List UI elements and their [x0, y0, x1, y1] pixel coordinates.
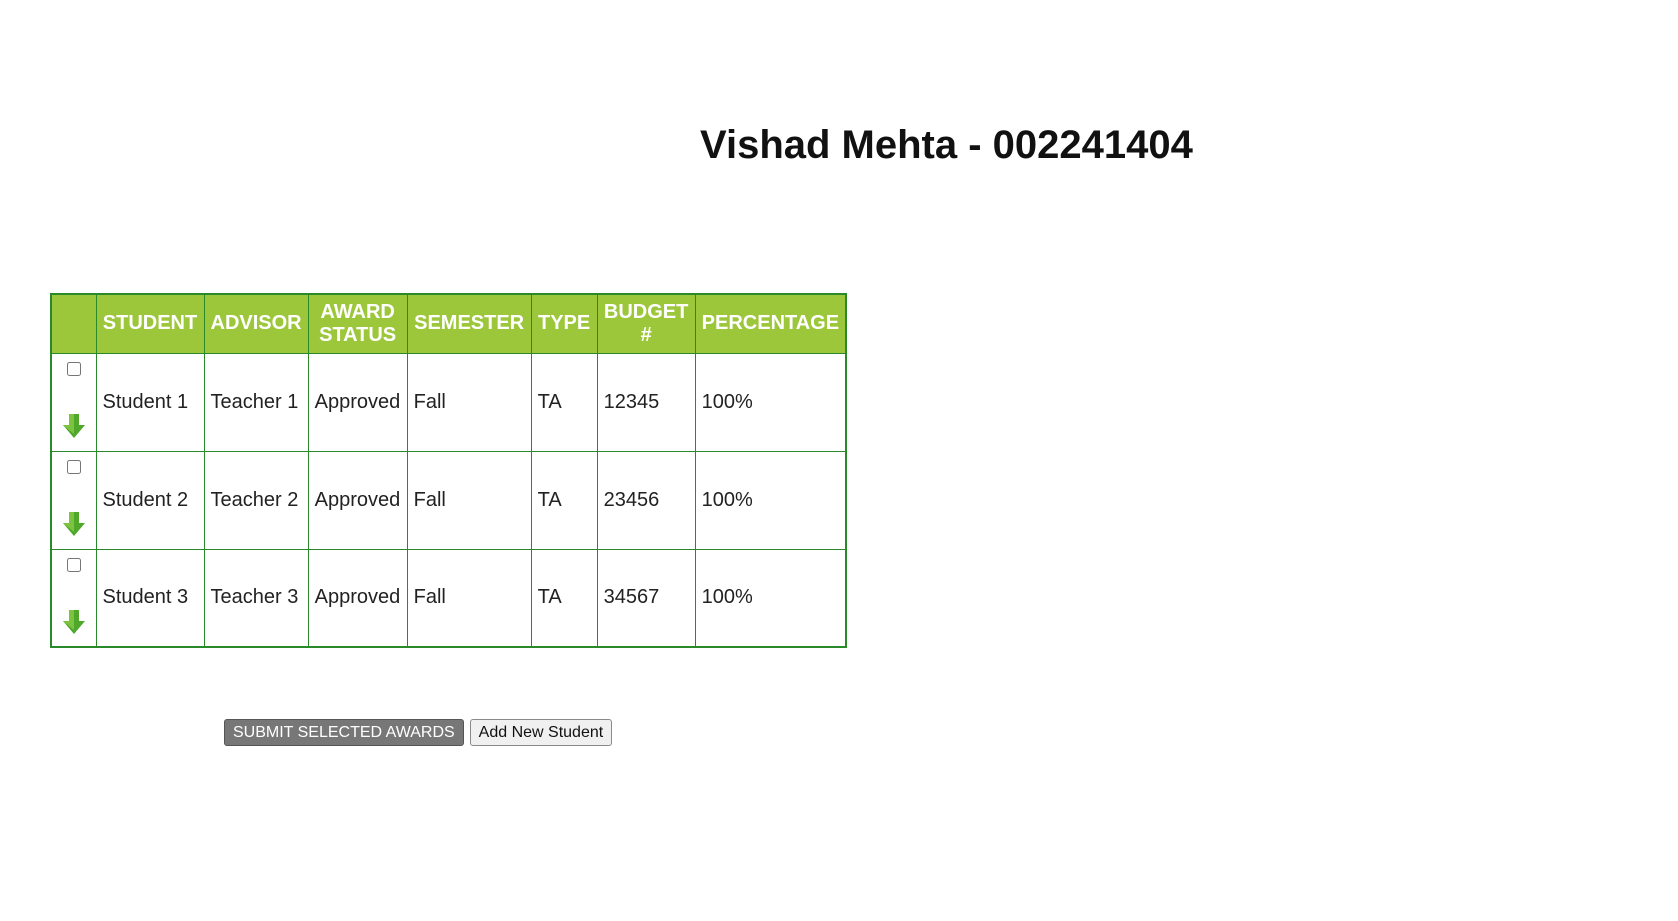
- arrow-down-icon[interactable]: [62, 413, 86, 440]
- awards-table: STUDENT ADVISOR AWARD STATUS SEMESTER TY…: [50, 293, 848, 648]
- percentage-cell: 100%: [694, 352, 847, 452]
- select-column-header: [50, 293, 97, 354]
- submit-selected-awards-button[interactable]: SUBMIT SELECTED AWARDS: [224, 719, 464, 746]
- page-title: Vishad Mehta - 002241404: [700, 123, 1193, 167]
- action-buttons: SUBMIT SELECTED AWARDS Add New Student: [224, 719, 613, 746]
- type-cell: TA: [530, 548, 598, 648]
- percentage-column-header: PERCENTAGE: [694, 293, 847, 354]
- budget-cell: 12345: [596, 352, 696, 452]
- student-cell: Student 2: [95, 450, 205, 550]
- award-status-cell: Approved: [307, 352, 408, 452]
- advisor-column-header: ADVISOR: [203, 293, 309, 354]
- type-column-header: TYPE: [530, 293, 598, 354]
- select-cell: [50, 352, 97, 452]
- semester-cell: Fall: [406, 450, 532, 550]
- select-controls: [52, 354, 96, 450]
- student-column-header: STUDENT: [95, 293, 205, 354]
- select-controls: [52, 550, 96, 646]
- select-cell: [50, 450, 97, 550]
- add-new-student-button[interactable]: Add New Student: [469, 719, 613, 746]
- row-select-checkbox[interactable]: [66, 361, 81, 376]
- arrow-down-icon[interactable]: [62, 609, 86, 636]
- semester-column-header: SEMESTER: [406, 293, 532, 354]
- table-row: Student 1 Teacher 1 Approved Fall TA 123…: [50, 352, 847, 452]
- percentage-cell: 100%: [694, 548, 847, 648]
- select-controls: [52, 452, 96, 548]
- advisor-cell: Teacher 2: [203, 450, 309, 550]
- semester-cell: Fall: [406, 548, 532, 648]
- row-select-checkbox[interactable]: [66, 459, 81, 474]
- advisor-cell: Teacher 1: [203, 352, 309, 452]
- semester-cell: Fall: [406, 352, 532, 452]
- advisor-cell: Teacher 3: [203, 548, 309, 648]
- type-cell: TA: [530, 352, 598, 452]
- table-row: Student 3 Teacher 3 Approved Fall TA 345…: [50, 548, 847, 648]
- percentage-cell: 100%: [694, 450, 847, 550]
- row-select-checkbox[interactable]: [66, 557, 81, 572]
- award-status-column-header: AWARD STATUS: [307, 293, 408, 354]
- student-cell: Student 1: [95, 352, 205, 452]
- budget-column-header: BUDGET #: [596, 293, 696, 354]
- type-cell: TA: [530, 450, 598, 550]
- arrow-down-icon[interactable]: [62, 511, 86, 538]
- table-header-row: STUDENT ADVISOR AWARD STATUS SEMESTER TY…: [50, 293, 847, 354]
- table-row: Student 2 Teacher 2 Approved Fall TA 234…: [50, 450, 847, 550]
- select-cell: [50, 548, 97, 648]
- budget-cell: 34567: [596, 548, 696, 648]
- student-cell: Student 3: [95, 548, 205, 648]
- award-status-cell: Approved: [307, 548, 408, 648]
- page: Vishad Mehta - 002241404 STUDENT ADVISOR…: [0, 0, 1678, 921]
- budget-cell: 23456: [596, 450, 696, 550]
- award-status-cell: Approved: [307, 450, 408, 550]
